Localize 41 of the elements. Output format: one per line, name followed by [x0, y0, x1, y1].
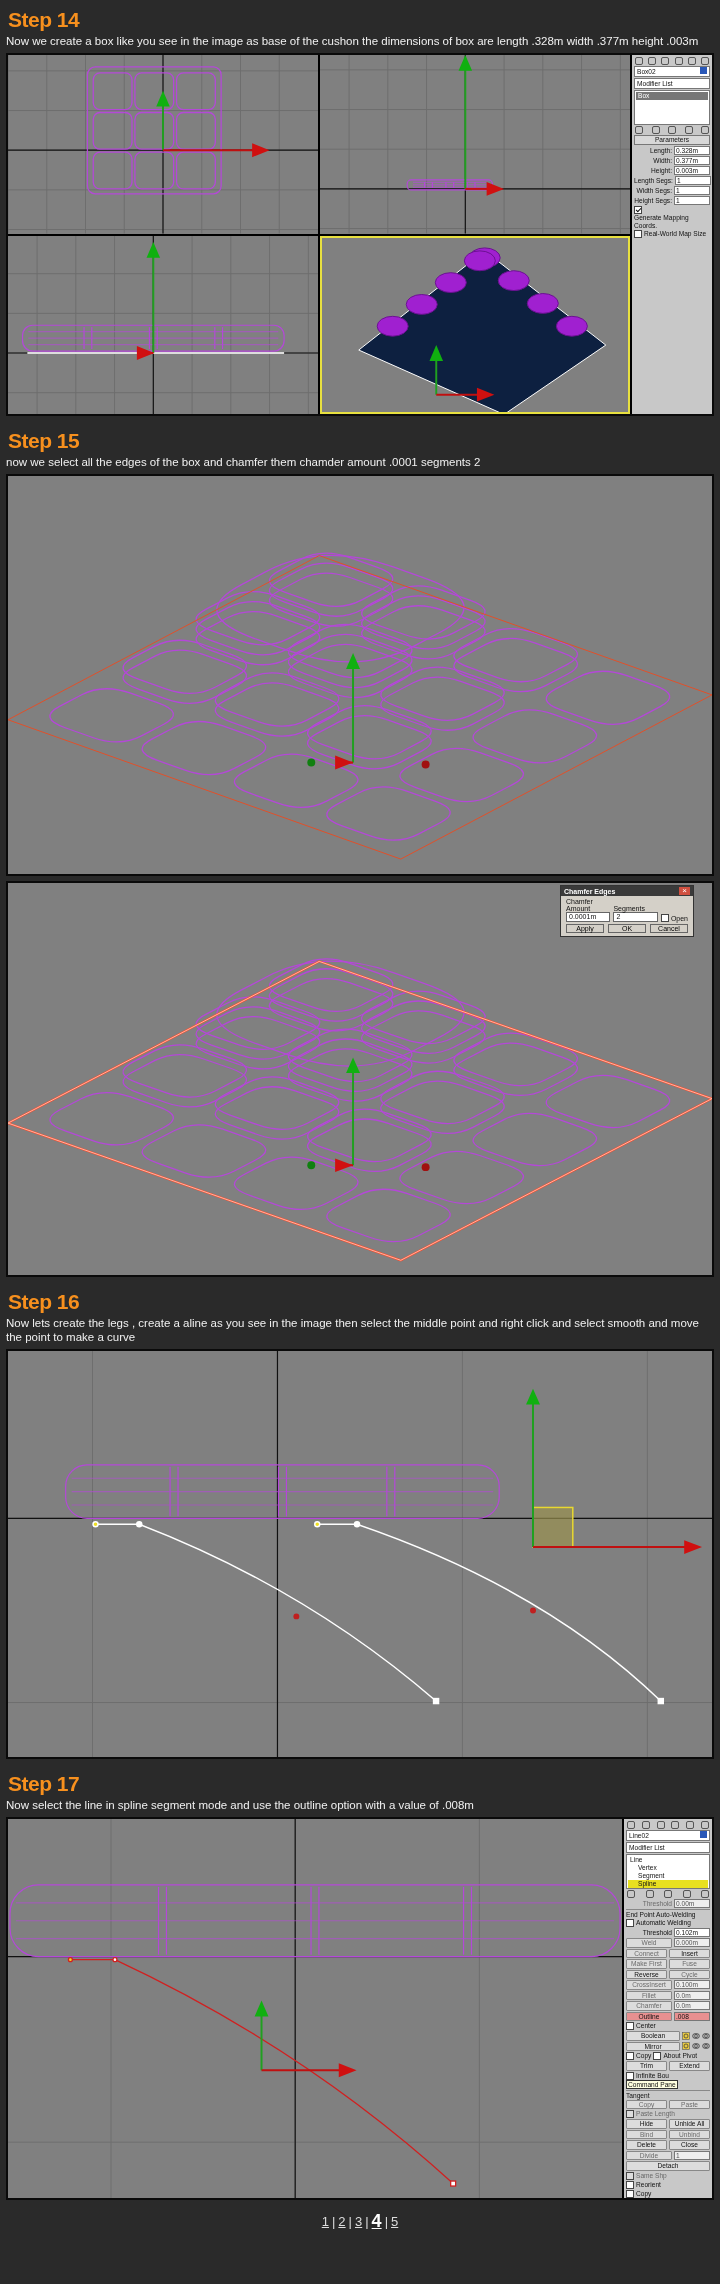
tool-option-icon[interactable] — [682, 2031, 690, 2040]
stack-tool-icon[interactable] — [664, 1890, 672, 1898]
viewport[interactable] — [320, 235, 630, 414]
separator: | — [365, 2214, 369, 2229]
page-link[interactable]: 1 — [321, 2214, 329, 2229]
pivot-icon — [307, 1161, 316, 1170]
checkbox[interactable] — [626, 2180, 634, 2189]
pivot-icon — [421, 760, 430, 769]
separator: | — [384, 2214, 388, 2229]
step-description: Now we create a box like you see in the image as base of the cushon the dimensions of box are length .328m width .377m height .003m — [6, 34, 700, 48]
page-link[interactable]: 4 — [371, 2211, 382, 2232]
checkbox[interactable] — [626, 2071, 634, 2080]
close-button[interactable]: × — [679, 887, 690, 895]
pivot-icon — [307, 758, 316, 767]
move-gizmo-drawing — [429, 344, 495, 402]
checkbox[interactable] — [634, 230, 642, 238]
step-description: now we select all the edges of the box and chamfer them chamder amount .0001 segments 2 — [6, 455, 482, 469]
checkbox[interactable] — [626, 2189, 634, 2198]
page-link[interactable]: 5 — [391, 2214, 399, 2229]
step-heading: Step 15 — [7, 428, 81, 454]
step-heading: Step 17 — [7, 1771, 81, 1797]
checkbox[interactable] — [626, 2052, 634, 2060]
step-heading: Step 16 — [7, 1289, 81, 1315]
checkbox[interactable] — [653, 2052, 662, 2060]
separator: | — [331, 2214, 336, 2229]
separator: | — [348, 2214, 352, 2229]
checkbox[interactable] — [660, 914, 669, 922]
step-description: Now lets create the legs , create a aline as you see in the image then select the middle point and right click and select smooth and move the point to make a curve — [6, 1316, 700, 1344]
step-heading: Step 14 — [7, 7, 81, 33]
step-description: Now select the line in spline segment mode and use the outline option with a value of .008m — [6, 1798, 475, 1812]
checkbox[interactable] — [626, 1919, 634, 1927]
pivot-icon — [421, 1163, 430, 1172]
checkbox[interactable] — [626, 2022, 634, 2030]
stack-tool-icon[interactable] — [627, 1890, 635, 1898]
page-link[interactable]: 3 — [355, 2214, 363, 2229]
stack-tool-icon[interactable] — [645, 1890, 654, 1898]
tool-option-icon[interactable] — [682, 2042, 690, 2051]
stack-tool-icon[interactable] — [701, 1890, 709, 1898]
checkbox[interactable] — [634, 206, 642, 214]
page-link[interactable]: 2 — [338, 2214, 346, 2229]
stack-tool-icon[interactable] — [682, 1890, 691, 1898]
